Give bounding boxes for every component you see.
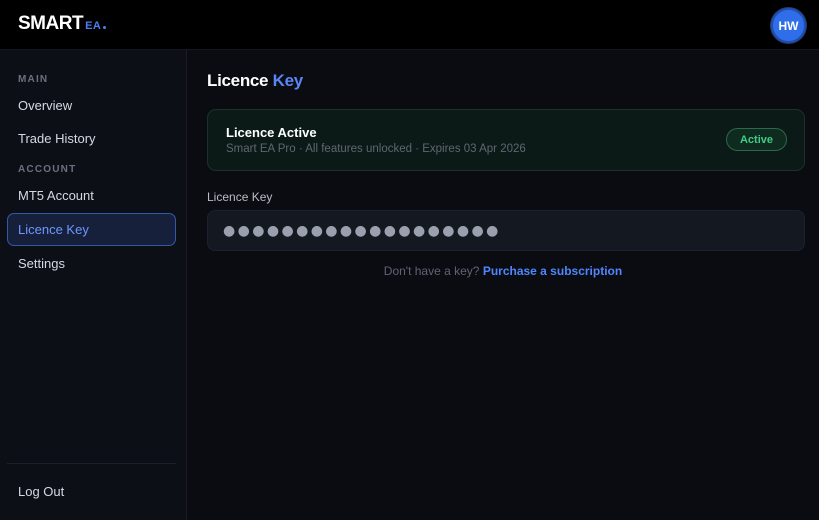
brand-suffix: EA: [85, 20, 102, 32]
page-title: Licence Key: [207, 71, 303, 91]
brand-logo[interactable]: SMART EA: [18, 13, 107, 35]
helper-prompt: Don't have a key?: [383, 264, 480, 278]
helper-text: Don't have a key? Purchase a subscriptio…: [187, 264, 819, 278]
logout-button[interactable]: Log Out: [7, 475, 176, 508]
licence-key-field[interactable]: ●●●●●●●●●●●●●●●●●●●: [207, 210, 805, 251]
licence-status-card: Licence Active Smart EA Pro · All featur…: [207, 109, 805, 171]
sidebar-item-trade-history[interactable]: Trade History: [7, 122, 176, 155]
sidebar-divider: [7, 463, 176, 464]
brand-dot: [103, 26, 107, 29]
sidebar: MAIN Overview Trade History ACCOUNT MT5 …: [0, 50, 187, 520]
sidebar-item-licence-key[interactable]: Licence Key: [7, 213, 176, 246]
page-title-main: Licence: [207, 71, 269, 90]
page-title-accent: Key: [272, 71, 304, 90]
brand-name: SMART: [18, 13, 84, 34]
purchase-subscription-link[interactable]: Purchase a subscription: [483, 264, 622, 278]
licence-key-label: Licence Key: [207, 190, 273, 204]
user-avatar[interactable]: HW: [771, 8, 806, 43]
status-badge: Active: [726, 128, 787, 151]
sidebar-item-mt5-account[interactable]: MT5 Account: [7, 179, 176, 212]
sidebar-item-overview[interactable]: Overview: [7, 89, 176, 122]
status-subtitle: Smart EA Pro · All features unlocked · E…: [226, 143, 526, 155]
main-content: Licence Key Licence Active Smart EA Pro …: [187, 50, 819, 520]
status-title: Licence Active: [226, 125, 317, 140]
section-label-main: MAIN: [18, 74, 49, 85]
section-label-account: ACCOUNT: [18, 164, 77, 175]
sidebar-item-settings[interactable]: Settings: [7, 247, 176, 280]
top-bar: SMART EA HW: [0, 0, 819, 50]
